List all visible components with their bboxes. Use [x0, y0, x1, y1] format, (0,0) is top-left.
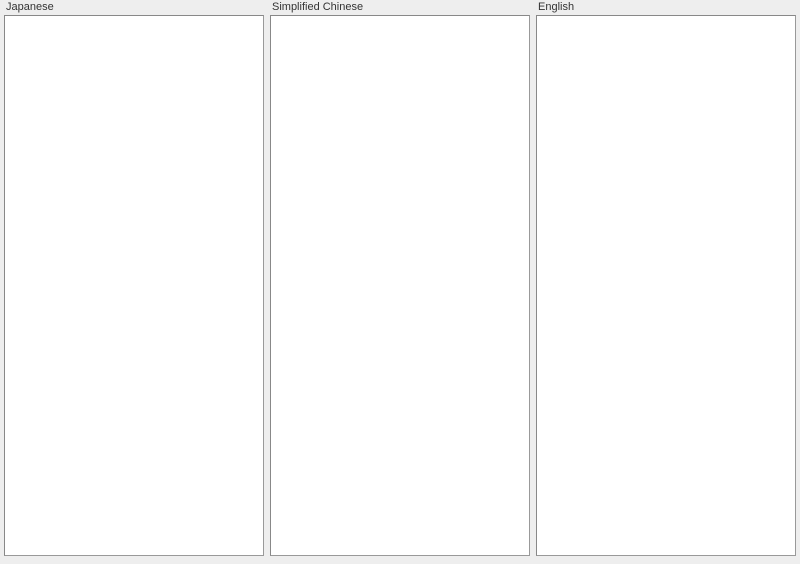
- textarea-english[interactable]: [536, 15, 796, 556]
- column-label-english: English: [536, 0, 796, 15]
- column-label-japanese: Japanese: [4, 0, 264, 15]
- textarea-simplified-chinese[interactable]: [270, 15, 530, 556]
- textarea-japanese[interactable]: [4, 15, 264, 556]
- column-english: English: [536, 0, 796, 556]
- column-japanese: Japanese: [4, 0, 264, 556]
- column-label-simplified-chinese: Simplified Chinese: [270, 0, 530, 15]
- column-simplified-chinese: Simplified Chinese: [270, 0, 530, 556]
